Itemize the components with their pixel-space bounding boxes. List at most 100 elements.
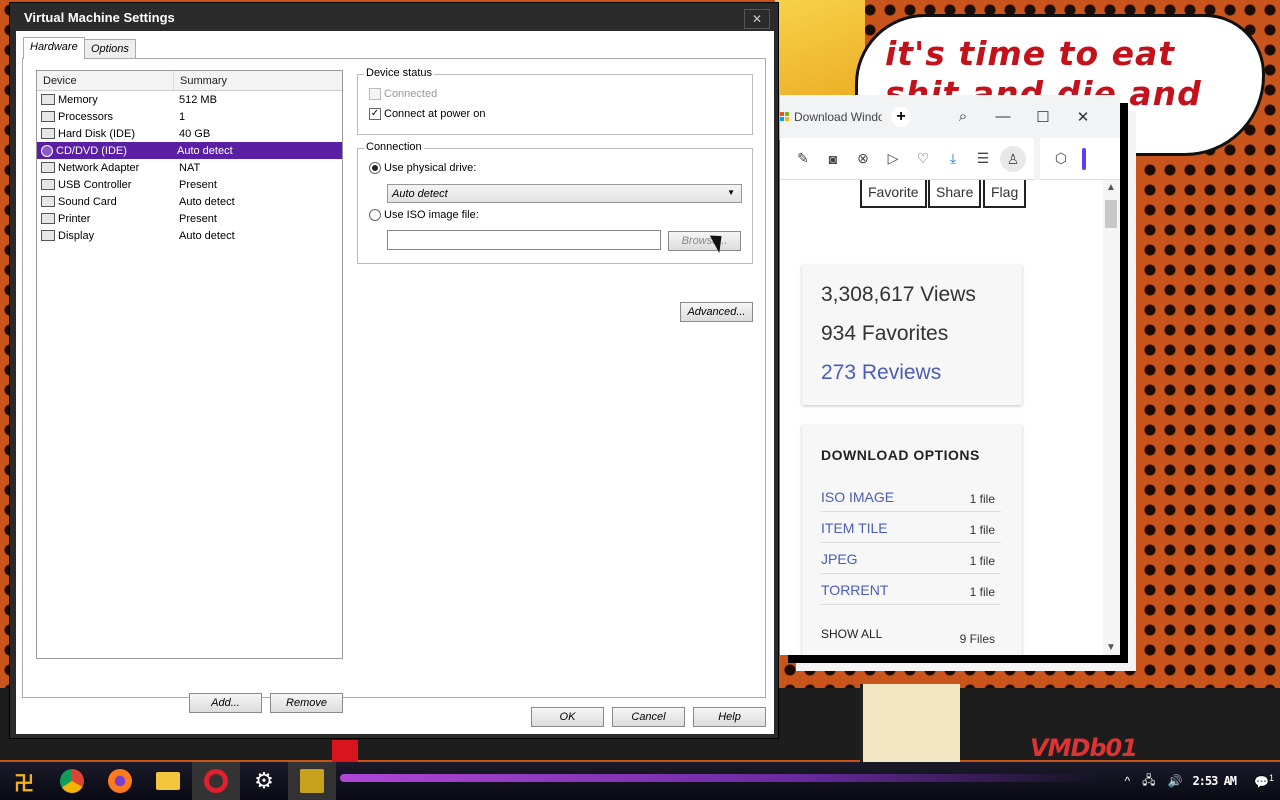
block-icon[interactable]: ⊗	[848, 150, 878, 167]
background-logo: VMDb01	[1030, 734, 1138, 762]
tab-hardware[interactable]: Hardware	[23, 37, 85, 59]
browser-toolbar: ✎ ◙ ⊗ ▷ ♡ ⤓ ☰ ♙ ⬡	[780, 137, 1120, 180]
download-option-count: 1 file	[969, 523, 995, 537]
taskbar-opera[interactable]	[192, 762, 240, 800]
taskbar-firefox[interactable]	[96, 762, 144, 800]
reviews-link[interactable]: 273 Reviews	[821, 361, 1003, 385]
download-icon[interactable]: ⤓	[938, 150, 968, 167]
connect-at-power-on-checkbox[interactable]: ✓ Connect at power on	[369, 108, 486, 120]
device-row[interactable]: Sound Card Auto detect	[37, 193, 342, 210]
remove-button[interactable]: Remove	[270, 693, 343, 713]
download-option-name[interactable]: TORRENT	[821, 582, 888, 598]
scroll-down-icon[interactable]: ▼	[1106, 642, 1116, 653]
stats-card: 3,308,617 Views 934 Favorites 273 Review…	[802, 265, 1022, 405]
play-icon[interactable]: ▷	[878, 150, 908, 167]
tab-options[interactable]: Options	[84, 39, 136, 58]
download-option-count: 1 file	[969, 554, 995, 568]
maximize-icon[interactable]: ☐	[1023, 108, 1063, 126]
toolbar-divider	[1034, 137, 1040, 180]
scroll-up-icon[interactable]: ▲	[1106, 182, 1116, 193]
download-option-row[interactable]: TORRENT 1 file	[821, 574, 1001, 605]
show-all-row[interactable]: SHOW ALL 9 Files	[821, 605, 1001, 646]
scrollbar-thumb[interactable]	[1105, 200, 1117, 228]
device-status-label: Device status	[364, 67, 435, 79]
camera-icon[interactable]: ◙	[818, 151, 848, 167]
device-row[interactable]: Hard Disk (IDE) 40 GB	[37, 125, 342, 142]
taskbar-file-explorer[interactable]	[144, 762, 192, 800]
device-row[interactable]: Processors 1	[37, 108, 342, 125]
device-list[interactable]: Device Summary Memory 512 MB Processors 1 Ha…	[36, 70, 343, 659]
sound-icon	[41, 196, 55, 207]
processor-icon	[41, 111, 55, 122]
ok-button[interactable]: OK	[531, 707, 604, 727]
browser-tab[interactable]: Download Windows	[780, 95, 885, 138]
network-icon[interactable]: 🖧	[1142, 771, 1155, 792]
use-physical-drive-label: Use physical drive:	[384, 162, 477, 174]
advanced-button[interactable]: Advanced...	[680, 302, 753, 322]
download-option-name[interactable]: ISO IMAGE	[821, 489, 894, 505]
device-row[interactable]: CD/DVD (IDE) Auto detect	[37, 142, 342, 159]
browser-scrollbar[interactable]: ▲ ▼	[1103, 180, 1120, 655]
network-icon	[41, 162, 55, 173]
cancel-button[interactable]: Cancel	[612, 707, 685, 727]
device-row[interactable]: Network Adapter NAT	[37, 159, 342, 176]
device-status-group: Device status Connected ✓ Connect at pow…	[357, 67, 753, 135]
new-tab-button[interactable]: +	[891, 106, 911, 127]
device-row[interactable]: Display Auto detect	[37, 227, 342, 244]
search-tabs-icon[interactable]: ⌕	[943, 108, 983, 125]
edit-icon[interactable]: ✎	[788, 150, 818, 167]
connected-checkbox[interactable]: Connected	[369, 88, 437, 100]
help-button[interactable]: Help	[693, 707, 766, 727]
usb-icon	[41, 179, 55, 190]
cd-dvd-icon	[41, 144, 53, 157]
dropdown-arrow-icon: ▼	[727, 188, 735, 197]
settings-sliders-icon[interactable]: ☰	[968, 150, 998, 167]
dialog-close-button[interactable]: ✕	[744, 9, 770, 29]
heart-icon[interactable]: ♡	[908, 150, 938, 167]
use-physical-drive-radio[interactable]: Use physical drive:	[369, 162, 476, 174]
physical-drive-select[interactable]: Auto detect ▼	[387, 184, 742, 203]
device-row[interactable]: USB Controller Present	[37, 176, 342, 193]
favorite-button[interactable]: Favorite	[860, 180, 927, 208]
download-option-row[interactable]: JPEG 1 file	[821, 543, 1001, 574]
browser-content: Favorite Share Flag 3,308,617 Views 934 …	[780, 180, 1120, 655]
download-option-row[interactable]: ITEM TILE 1 file	[821, 512, 1001, 543]
close-icon[interactable]: ✕	[1063, 108, 1103, 126]
device-summary: Present	[179, 178, 217, 191]
views-count: 3,308,617 Views	[821, 283, 976, 306]
device-column-header[interactable]: Device	[37, 71, 174, 90]
flag-button[interactable]: Flag	[983, 180, 1027, 208]
device-row[interactable]: Memory 512 MB	[37, 91, 342, 108]
device-name: Network Adapter	[58, 161, 140, 174]
minimize-icon[interactable]: —	[983, 108, 1023, 125]
connection-label: Connection	[364, 141, 424, 153]
browse-button[interactable]: Browse...	[668, 231, 741, 251]
device-row[interactable]: Printer Present	[37, 210, 342, 227]
clock[interactable]: 2:53 AM	[1192, 774, 1237, 788]
download-option-name[interactable]: JPEG	[821, 551, 858, 567]
volume-icon[interactable]: 🔊	[1168, 774, 1183, 788]
add-button[interactable]: Add...	[189, 693, 262, 713]
share-button[interactable]: Share	[928, 180, 982, 208]
browser-titlebar: Download Windows + ⌕ — ☐ ✕	[780, 95, 1120, 138]
chevron-up-icon[interactable]: ^	[1124, 774, 1130, 788]
background-art-paper	[860, 684, 960, 762]
show-all-link[interactable]: SHOW ALL	[821, 627, 882, 641]
iso-path-input[interactable]	[387, 230, 661, 250]
use-iso-radio[interactable]: Use ISO image file:	[369, 209, 479, 221]
download-option-count: 1 file	[969, 585, 995, 599]
device-summary: Auto detect	[177, 144, 233, 157]
download-option-row[interactable]: ISO IMAGE 1 file	[821, 481, 1001, 512]
taskbar-chrome[interactable]	[48, 762, 96, 800]
device-summary: Auto detect	[179, 195, 235, 208]
notification-icon[interactable]: 💬1	[1254, 773, 1274, 789]
taskbar-settings[interactable]: ⚙	[240, 762, 288, 800]
profile-icon[interactable]: ♙	[1000, 145, 1026, 172]
extensions-icon[interactable]: ⬡	[1046, 150, 1076, 167]
download-option-name[interactable]: ITEM TILE	[821, 520, 888, 536]
taskbar-vmware[interactable]	[288, 762, 336, 800]
download-options-title: DOWNLOAD OPTIONS	[821, 447, 980, 463]
device-list-header: Device Summary	[37, 71, 342, 91]
start-button[interactable]: 卍	[0, 762, 48, 800]
summary-column-header[interactable]: Summary	[174, 71, 233, 90]
